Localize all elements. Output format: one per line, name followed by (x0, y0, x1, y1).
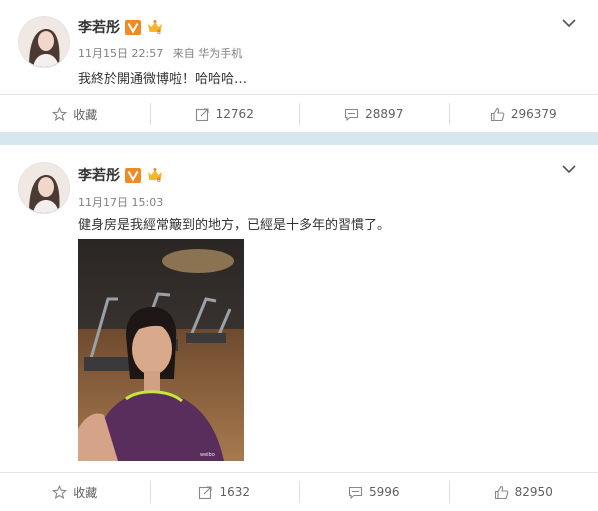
post-meta: 11月15日 22:57 来自 华为手机 (78, 45, 248, 61)
avatar[interactable] (18, 16, 70, 68)
action-bar: 收藏 12762 28897 296379 (0, 94, 598, 133)
repost-button[interactable]: 1632 (149, 481, 300, 503)
avatar[interactable] (18, 162, 70, 214)
weibo-post: 李若彤 8 11月15日 22:57 来自 华为手机 我終於開通微博啦！哈哈哈…… (0, 0, 598, 133)
post-date[interactable]: 11月17日 15:03 (78, 196, 163, 209)
repost-count: 1632 (219, 485, 251, 499)
repost-button[interactable]: 12762 (149, 103, 300, 125)
author-row: 李若彤 8 (78, 17, 164, 37)
favorite-button[interactable]: 收藏 (0, 103, 150, 125)
repost-icon (199, 485, 213, 499)
action-bar: 收藏 1632 5996 82950 (0, 472, 598, 511)
svg-text:8: 8 (157, 177, 161, 183)
svg-text:weibo: weibo (200, 452, 215, 458)
favorite-label: 收藏 (73, 485, 98, 500)
repost-count: 12762 (215, 107, 254, 121)
favorite-label: 收藏 (73, 107, 98, 122)
author-row: 李若彤 8 (78, 165, 164, 185)
star-icon (52, 106, 68, 121)
author-name[interactable]: 李若彤 (78, 165, 120, 185)
comment-count: 5996 (368, 485, 400, 499)
post-date[interactable]: 11月15日 22:57 (78, 47, 163, 60)
verified-v-icon (125, 167, 141, 183)
vip-crown-icon[interactable]: 8 (146, 167, 164, 184)
thumbs-up-icon (490, 107, 505, 121)
post-image[interactable]: weibo (78, 239, 244, 461)
repost-icon (195, 107, 209, 121)
verified-v-icon (125, 19, 141, 35)
post-text: 健身房是我經常簸到的地方，已經是十多年的習慣了。 (78, 218, 391, 233)
star-icon (52, 484, 68, 499)
favorite-button[interactable]: 收藏 (0, 481, 150, 503)
like-count: 296379 (510, 107, 557, 121)
vip-crown-icon[interactable]: 8 (146, 19, 164, 36)
comment-button[interactable]: 5996 (299, 481, 449, 503)
post-text: 我終於開通微博啦！哈哈哈… (78, 72, 248, 87)
post-source: 来自 华为手机 (172, 47, 243, 60)
svg-text:8: 8 (157, 29, 161, 35)
comment-count: 28897 (365, 107, 404, 121)
like-button[interactable]: 296379 (448, 103, 598, 125)
chevron-down-icon[interactable] (562, 19, 576, 28)
weibo-post: 李若彤 8 11月17日 15:03 健身房是我經常簸到的地方，已經是十多年的習… (0, 145, 598, 511)
comment-icon (348, 486, 363, 499)
comment-button[interactable]: 28897 (299, 103, 449, 125)
post-meta: 11月17日 15:03 (78, 194, 169, 210)
thumbs-up-icon (494, 485, 508, 499)
chevron-down-icon[interactable] (562, 165, 576, 174)
like-count: 82950 (514, 485, 553, 499)
comment-icon (345, 108, 359, 121)
author-name[interactable]: 李若彤 (78, 17, 120, 37)
like-button[interactable]: 82950 (448, 481, 598, 503)
